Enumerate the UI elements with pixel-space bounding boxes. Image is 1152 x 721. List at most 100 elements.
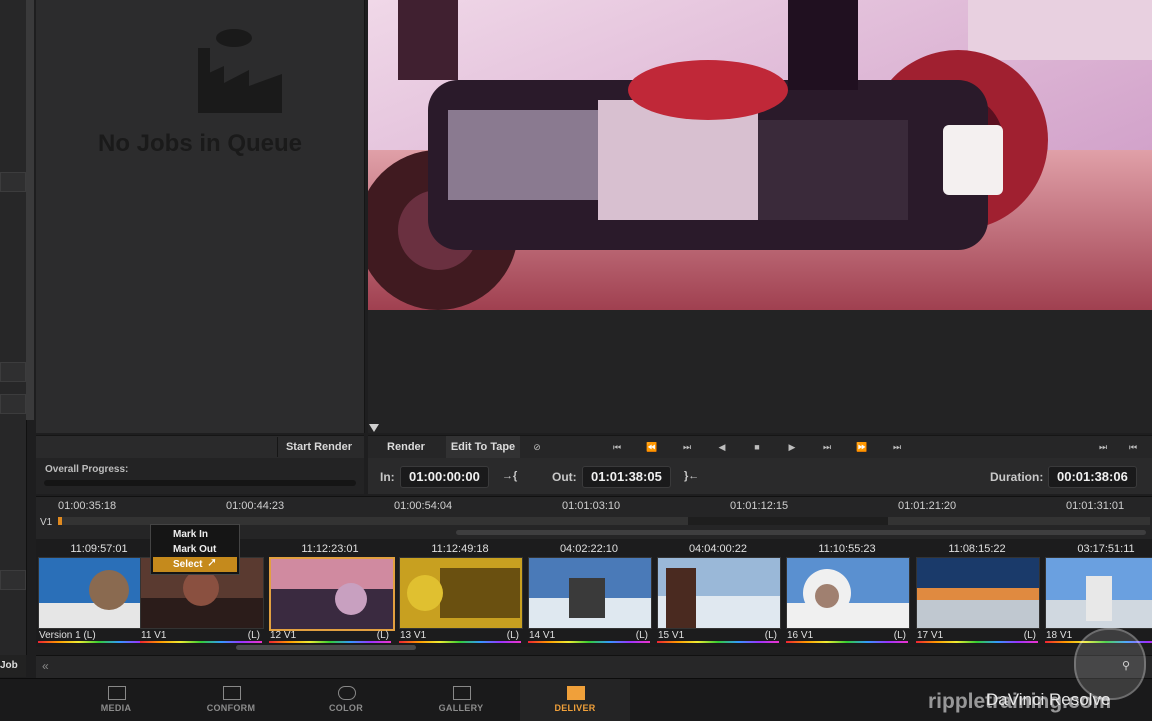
track-label-v1: V1: [40, 517, 53, 528]
ruler-timecode: 01:01:21:20: [898, 500, 957, 512]
clip-image: [916, 557, 1040, 629]
clip-image: [1045, 557, 1152, 629]
timeline-scrollbar[interactable]: [456, 530, 1146, 535]
first-frame-icon[interactable]: ⏮: [608, 440, 626, 454]
nav-gallery[interactable]: GALLERY: [406, 679, 516, 721]
left-panel-segment[interactable]: [0, 570, 26, 590]
viewer-area: [368, 310, 1152, 433]
clip-name: 15 V1: [658, 630, 685, 641]
ruler-timecode: 01:00:35:18: [58, 500, 117, 512]
queue-empty-message: No Jobs in Queue: [97, 130, 303, 157]
viewer-frame: [368, 0, 1152, 310]
clip-flag: (L): [893, 630, 906, 641]
clip-name: 18 V1: [1046, 630, 1073, 641]
nav-conform[interactable]: CONFORM: [176, 679, 286, 721]
last-frame-icon[interactable]: ⏭: [888, 440, 906, 454]
color-wheel-icon: [338, 686, 356, 700]
tab-edit-to-tape[interactable]: Edit To Tape: [446, 436, 520, 458]
prev-clip-icon[interactable]: ⏭: [678, 440, 696, 454]
left-panel-segment[interactable]: [0, 172, 26, 192]
context-menu: Mark In Mark Out Select ➚: [150, 524, 240, 575]
left-panel-segment[interactable]: [0, 362, 26, 382]
nav-label: CONFORM: [206, 703, 256, 713]
nav-label: DELIVER: [554, 703, 596, 713]
clip-strip-scrollbar[interactable]: [236, 645, 416, 650]
clip-image: [528, 557, 652, 629]
motorcycle-frame-image: [368, 0, 1152, 310]
clip-flag: (L): [506, 630, 519, 641]
ruler-timecode: 01:01:31:01: [1066, 500, 1125, 512]
start-render-button[interactable]: Start Render: [276, 437, 360, 457]
timeline-icon: [223, 686, 241, 700]
ruler-timecode: 01:01:12:15: [730, 500, 789, 512]
out-label: Out:: [552, 470, 577, 484]
stop-icon[interactable]: ■: [748, 440, 766, 454]
clip-name: 11 V1: [141, 630, 167, 641]
menu-item-mark-out[interactable]: Mark Out: [153, 542, 237, 557]
next-edit-icon[interactable]: ⏭: [1094, 440, 1112, 454]
clip-timecode: 11:12:23:01: [301, 543, 359, 555]
clip-thumbnail[interactable]: 03:17:51:11 18 V1: [1043, 543, 1152, 643]
reverse-play-icon[interactable]: ◀: [713, 440, 731, 454]
go-to-in-icon[interactable]: →{: [502, 470, 517, 482]
in-timecode-field[interactable]: 01:00:00:00: [400, 466, 489, 488]
nav-deliver[interactable]: DELIVER: [520, 679, 630, 721]
timeline-playhead[interactable]: [58, 517, 62, 525]
play-icon[interactable]: ▶: [783, 440, 801, 454]
clip-thumbnail[interactable]: 11:08:15:22 17 V1 (L): [914, 543, 1040, 643]
menu-item-mark-in[interactable]: Mark In: [153, 527, 237, 542]
tab-render[interactable]: Render: [368, 436, 444, 458]
nav-color[interactable]: COLOR: [291, 679, 401, 721]
render-queue-panel: No Jobs in Queue: [36, 0, 365, 433]
clip-color-bar: [399, 641, 521, 643]
clip-thumbnail[interactable]: 11:10:55:23 16 V1 (L): [784, 543, 910, 643]
progress-label: Overall Progress:: [45, 464, 129, 475]
gallery-icon: [453, 686, 471, 700]
clip-thumbnail[interactable]: 04:04:00:22 15 V1 (L): [655, 543, 781, 643]
clip-name: 16 V1: [787, 630, 814, 641]
ruler-timecode: 01:01:03:10: [562, 500, 621, 512]
collapse-icon[interactable]: «: [42, 659, 49, 673]
ruler-timecode: 01:00:54:04: [394, 500, 453, 512]
nav-media[interactable]: MEDIA: [61, 679, 171, 721]
playhead-marker[interactable]: [369, 424, 379, 432]
ruler-timecode: 01:00:44:23: [226, 500, 285, 512]
clip-color-bar: [657, 641, 779, 643]
next-clip-icon[interactable]: ⏭: [818, 440, 836, 454]
go-to-out-icon[interactable]: }←: [684, 470, 699, 482]
clip-name: Version 1 (L): [39, 630, 96, 641]
mouse-cursor-icon: ➚: [207, 555, 218, 569]
nav-label: COLOR: [329, 703, 363, 713]
in-label: In:: [380, 470, 395, 484]
clip-timecode: 11:08:15:22: [948, 543, 1006, 555]
clip-image: [269, 557, 395, 631]
rewind-icon[interactable]: ⏪: [643, 440, 661, 454]
clip-timecode: 11:10:55:23: [818, 543, 876, 555]
bypass-icon[interactable]: ⊘: [528, 440, 546, 454]
duration-timecode: 00:01:38:06: [1048, 466, 1137, 488]
out-timecode-field[interactable]: 01:01:38:05: [582, 466, 671, 488]
clip-thumbnail-selected[interactable]: 11:12:23:01 12 V1 (L): [267, 543, 395, 643]
queue-toolbar: Start Render: [36, 435, 364, 458]
left-panel-segment[interactable]: [0, 394, 26, 414]
menu-item-select[interactable]: Select: [153, 557, 237, 572]
duration-label: Duration:: [990, 470, 1044, 484]
clip-flag: (L): [247, 630, 260, 641]
brand-name: DaVinci Resolve: [986, 690, 1111, 709]
overall-progress: Overall Progress:: [36, 458, 364, 494]
transport-bar: Render Edit To Tape ⊘ ⏮ ⏪ ⏭ ◀ ■ ▶ ⏭ ⏩ ⏭ …: [368, 435, 1152, 458]
prev-edit-icon[interactable]: ⏮: [1124, 440, 1142, 454]
clip-timecode: 04:04:00:22: [688, 543, 748, 555]
clip-image: [786, 557, 910, 629]
fast-forward-icon[interactable]: ⏩: [853, 440, 871, 454]
timeline-clip-segment[interactable]: [688, 517, 888, 525]
clip-thumbnail[interactable]: 04:02:22:10 14 V1 (L): [526, 543, 652, 643]
clip-flag: (L): [1023, 630, 1036, 641]
add-job-button[interactable]: Job: [0, 655, 26, 677]
clip-thumbnail[interactable]: 11:12:49:18 13 V1 (L): [397, 543, 523, 643]
clip-image: [399, 557, 523, 629]
clip-timecode: 04:02:22:10: [559, 543, 619, 555]
clip-color-bar: [269, 641, 391, 643]
progress-bar: [44, 480, 356, 486]
left-panel-scrollbar[interactable]: [26, 0, 34, 420]
